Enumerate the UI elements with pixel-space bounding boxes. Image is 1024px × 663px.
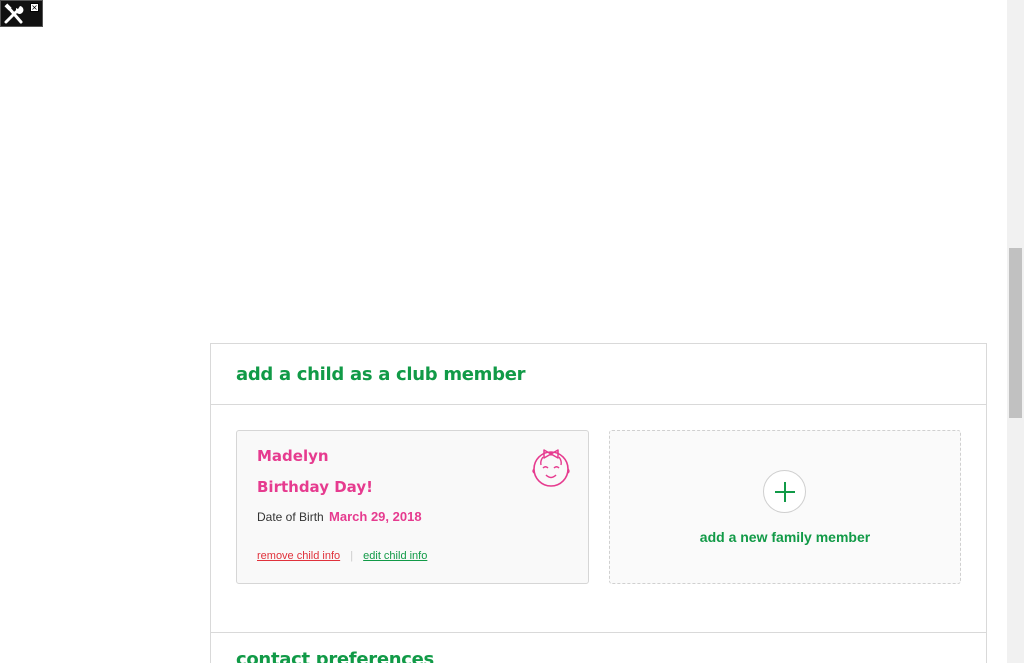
vertical-scrollbar[interactable]: [1007, 0, 1024, 663]
add-child-panel: add a child as a club member Madelyn Bir…: [210, 343, 987, 663]
section-divider: [211, 632, 986, 633]
devtools-toggle[interactable]: ×: [0, 0, 43, 27]
section-title: add a child as a club member: [236, 363, 526, 385]
contact-preferences-title: contact preferences: [236, 649, 434, 663]
remove-child-link[interactable]: remove child info: [257, 550, 340, 562]
scrollbar-thumb[interactable]: [1009, 248, 1022, 418]
child-actions: remove child info | edit child info: [257, 550, 427, 562]
child-name: Madelyn: [257, 447, 329, 465]
plus-icon: [775, 482, 795, 502]
dob-value: March 29, 2018: [329, 509, 422, 524]
page-viewport: × add a child as a club member Madelyn B…: [0, 0, 1024, 663]
tools-icon: [4, 3, 24, 24]
edit-child-link[interactable]: edit child info: [363, 550, 427, 562]
add-family-member-button[interactable]: add a new family member: [609, 430, 961, 584]
add-family-member-label: add a new family member: [699, 529, 871, 545]
dob-label: Date of Birth: [257, 510, 324, 524]
child-card: Madelyn Birthday Day! Date of Birth Marc…: [236, 430, 589, 584]
panel-header: add a child as a club member: [211, 344, 986, 405]
plus-circle[interactable]: [763, 470, 806, 513]
baby-girl-icon: [532, 449, 570, 487]
date-of-birth-row: Date of Birth March 29, 2018: [257, 509, 422, 524]
separator: |: [350, 550, 354, 562]
birthday-text: Birthday Day!: [257, 478, 373, 496]
close-icon[interactable]: ×: [30, 3, 39, 12]
